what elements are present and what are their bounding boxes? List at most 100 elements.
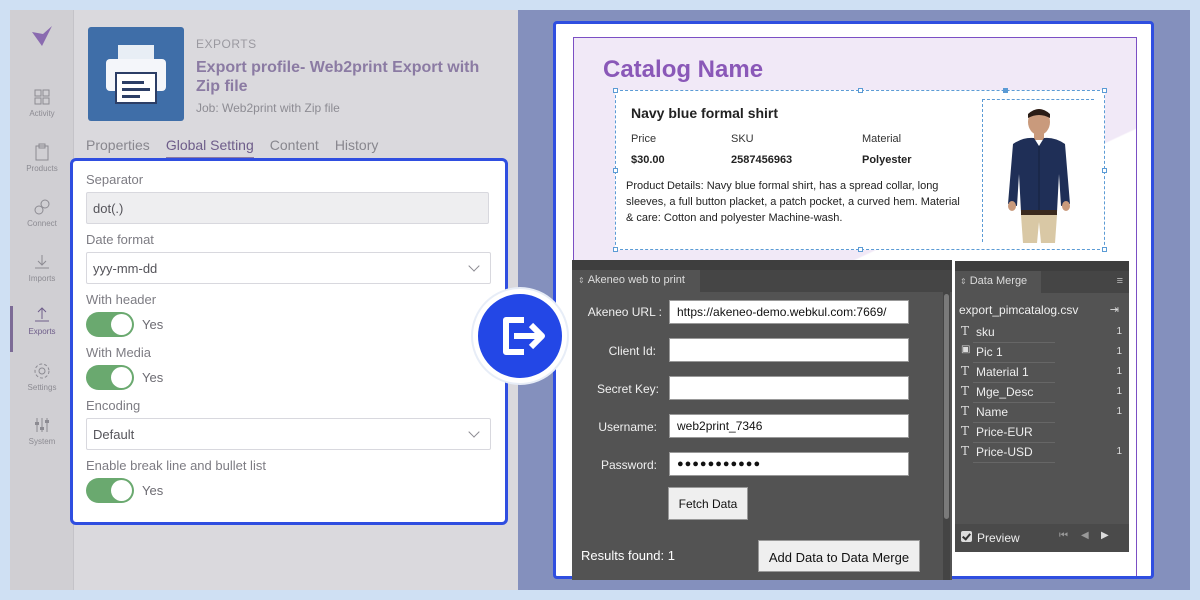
secret-key-label: Secret Key: xyxy=(596,382,659,396)
frame-handle[interactable] xyxy=(613,247,618,252)
field-name: Price-EUR xyxy=(976,425,1033,439)
preview-checkbox[interactable] xyxy=(961,531,972,542)
secret-key-input[interactable] xyxy=(669,376,909,400)
sidebar-item-label: Connect xyxy=(27,219,57,228)
with-header-toggle[interactable] xyxy=(86,312,134,337)
encoding-value: Default xyxy=(93,427,135,442)
link-icon xyxy=(34,199,50,215)
previous-record-icon[interactable]: ◀ xyxy=(1081,530,1089,541)
data-field-row[interactable]: Tsku 1 xyxy=(955,323,1129,343)
with-media-value: Yes xyxy=(142,370,164,385)
tab-properties[interactable]: Properties xyxy=(86,137,150,159)
image-field-icon: ▣ xyxy=(961,344,971,355)
frame-handle[interactable] xyxy=(1102,247,1107,252)
sidebar-item-connect[interactable]: Connect xyxy=(10,198,74,244)
tab-content[interactable]: Content xyxy=(270,137,319,159)
client-id-input[interactable] xyxy=(669,338,909,362)
sidebar-item-label: Settings xyxy=(27,383,57,392)
chevron-down-icon xyxy=(468,260,480,272)
scrollbar-thumb[interactable] xyxy=(944,294,949,519)
sidebar-item-label: Imports xyxy=(28,274,56,283)
sidebar-item-exports[interactable]: Exports xyxy=(10,306,74,352)
sidebar-item-settings[interactable]: Settings xyxy=(10,362,74,408)
data-merge-tab-label: Data Merge xyxy=(969,275,1028,287)
break-line-toggle[interactable] xyxy=(86,478,134,503)
shirt-photo xyxy=(983,100,1095,243)
username-input[interactable]: web2print_7346 xyxy=(669,414,909,438)
separator-field[interactable]: dot(.) xyxy=(86,192,489,224)
field-name: Material 1 xyxy=(976,365,1029,379)
frame-handle[interactable] xyxy=(613,168,618,173)
web2print-tab[interactable]: ⇕ Akeneo web to print xyxy=(572,270,700,292)
sku-header: SKU xyxy=(731,133,754,145)
panel-topbar xyxy=(572,260,952,270)
frame-handle[interactable] xyxy=(613,88,618,93)
sidebar-item-products[interactable]: Products xyxy=(10,143,74,189)
frame-handle[interactable] xyxy=(858,247,863,252)
text-field-icon: T xyxy=(961,384,970,398)
client-id-label: Client Id: xyxy=(608,344,656,358)
sliders-icon xyxy=(35,418,49,432)
frame-handle[interactable] xyxy=(858,88,863,93)
profile-tabs: Properties Global Setting Content Histor… xyxy=(86,137,378,159)
break-line-value: Yes xyxy=(142,483,164,498)
data-field-row[interactable]: ▣ Pic 1 1 xyxy=(955,343,1129,363)
sidebar-item-label: Exports xyxy=(28,327,56,336)
data-field-row[interactable]: T Price-USD 1 xyxy=(955,443,1129,463)
panel-menu-icon[interactable]: ≡ xyxy=(1117,275,1123,287)
tab-history[interactable]: History xyxy=(335,137,379,159)
date-format-select[interactable]: yyy-mm-dd xyxy=(86,252,491,284)
panel-scrollbar[interactable] xyxy=(943,292,950,580)
export-arrow-icon xyxy=(503,317,545,355)
product-image-frame[interactable] xyxy=(982,99,1095,243)
sidebar-item-label: System xyxy=(28,437,56,446)
job-label: Job: Web2print with Zip file xyxy=(196,101,340,115)
encoding-label: Encoding xyxy=(86,398,141,413)
add-to-data-merge-button[interactable]: Add Data to Data Merge xyxy=(758,540,920,572)
material-value: Polyester xyxy=(862,154,912,166)
sidebar-item-system[interactable]: System xyxy=(10,416,74,462)
next-record-icon[interactable]: ▶ xyxy=(1101,530,1109,541)
sidebar-item-activity[interactable]: Activity xyxy=(10,88,74,134)
field-count: 1 xyxy=(1116,326,1122,337)
field-count: 1 xyxy=(1116,386,1122,397)
akeneo-url-input[interactable]: https://akeneo-demo.webkul.com:7669/ xyxy=(669,300,909,324)
field-count: 1 xyxy=(1116,406,1122,417)
tab-global-setting[interactable]: Global Setting xyxy=(165,137,254,159)
data-field-row[interactable]: T Name 1 xyxy=(955,403,1129,423)
password-input[interactable]: ●●●●●●●●●●● xyxy=(669,452,909,476)
separator-label: Separator xyxy=(86,172,144,187)
printer-icon xyxy=(106,45,166,104)
product-description: Product Details: Navy blue formal shirt,… xyxy=(626,180,960,224)
panel-grip-icon: ⇕ xyxy=(578,276,585,285)
fetch-data-button[interactable]: Fetch Data xyxy=(668,487,748,520)
price-value: $30.00 xyxy=(631,154,665,166)
frame-handle[interactable] xyxy=(1102,168,1107,173)
with-media-toggle[interactable] xyxy=(86,365,134,390)
sidebar-item-label: Activity xyxy=(29,109,55,118)
sidebar-item-imports[interactable]: Imports xyxy=(10,253,74,299)
select-source-icon[interactable]: ⇥ xyxy=(1110,303,1119,316)
import-icon xyxy=(35,255,49,269)
field-name: Mge_Desc xyxy=(976,385,1034,399)
akeneo-logo xyxy=(32,26,52,46)
data-merge-tab[interactable]: ⇕ Data Merge xyxy=(955,271,1041,293)
text-field-icon: T xyxy=(961,404,970,418)
field-count: 1 xyxy=(1116,366,1122,377)
with-header-label: With header xyxy=(86,292,157,307)
data-field-row[interactable]: T Mge_Desc 1 xyxy=(955,383,1129,403)
frame-handle[interactable] xyxy=(1102,88,1107,93)
section-kicker: EXPORTS xyxy=(196,37,257,51)
data-field-row[interactable]: T Price-EUR xyxy=(955,423,1129,443)
product-frame[interactable]: Navy blue formal shirt Price SKU Materia… xyxy=(613,88,1107,252)
encoding-select[interactable]: Default xyxy=(86,418,491,450)
data-field-row[interactable]: T Material 1 1 xyxy=(955,363,1129,383)
field-name: Price-USD xyxy=(976,445,1033,459)
field-count: 1 xyxy=(1116,446,1122,457)
frame-handle[interactable] xyxy=(1003,88,1008,93)
field-name: Name xyxy=(976,405,1009,419)
first-record-icon[interactable]: ⏮ xyxy=(1059,530,1068,541)
text-field-icon: T xyxy=(961,324,970,338)
page-title: Export profile- Web2print Export with Zi… xyxy=(196,59,480,95)
material-header: Material xyxy=(862,133,902,145)
